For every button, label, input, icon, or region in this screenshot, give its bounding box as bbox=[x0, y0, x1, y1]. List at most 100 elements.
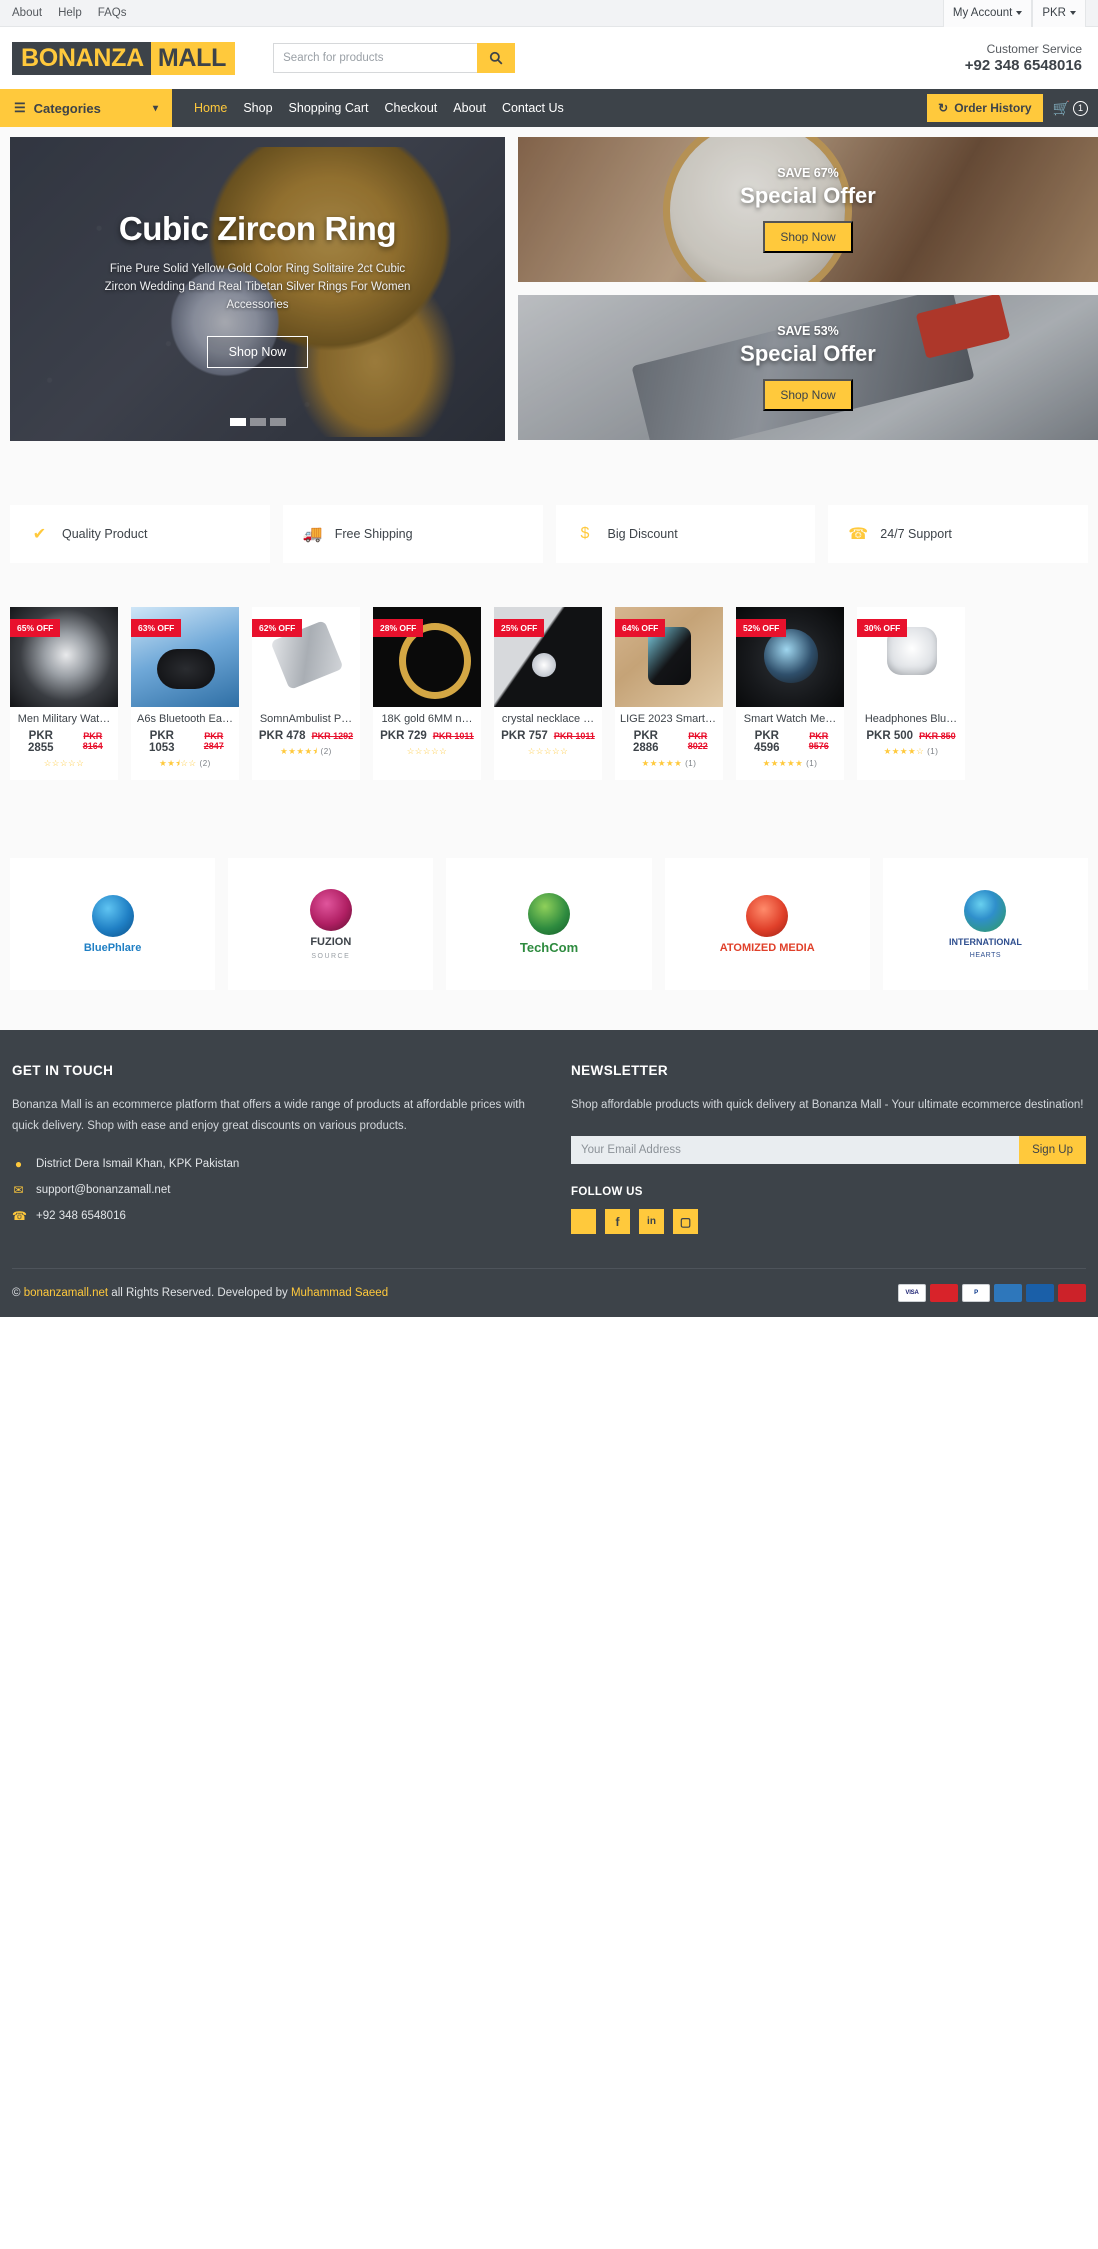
facebook-icon[interactable]: f bbox=[605, 1209, 630, 1234]
nav-link-home[interactable]: Home bbox=[194, 101, 227, 115]
discount-badge: 64% OFF bbox=[615, 619, 665, 637]
top-link-about[interactable]: About bbox=[12, 7, 42, 19]
visa-icon: VISA bbox=[898, 1284, 926, 1302]
nav-link-contact-us[interactable]: Contact Us bbox=[502, 101, 564, 115]
brand-name: INTERNATIONAL bbox=[949, 937, 1022, 947]
brand-logo-item[interactable]: BluePhlare bbox=[10, 858, 215, 990]
product-card[interactable]: 28% OFF 18K gold 6MM n… PKR 729 PKR 1011… bbox=[373, 607, 481, 780]
discount-badge: 28% OFF bbox=[373, 619, 423, 637]
product-price: PKR 2886 bbox=[620, 730, 672, 754]
nav-link-shopping-cart[interactable]: Shopping Cart bbox=[289, 101, 369, 115]
product-old-price: PKR 9576 bbox=[799, 731, 839, 751]
product-grid: 65% OFF Men Military Wat… PKR 2855 PKR 8… bbox=[10, 607, 1088, 780]
product-card[interactable]: 52% OFF Smart Watch Me… PKR 4596 PKR 957… bbox=[736, 607, 844, 780]
instagram-icon[interactable]: ▢ bbox=[673, 1209, 698, 1234]
product-name[interactable]: Headphones Blu… bbox=[862, 713, 960, 725]
footer-phone-row[interactable]: ☎ +92 348 6548016 bbox=[12, 1209, 527, 1223]
brand-name: TechCom bbox=[520, 940, 578, 955]
promo-shop-now-button[interactable]: Shop Now bbox=[763, 379, 852, 411]
twitter-icon[interactable]: 𝉹 bbox=[571, 1209, 596, 1234]
visa-electron-icon bbox=[1026, 1284, 1054, 1302]
carousel-dot-2[interactable] bbox=[250, 418, 266, 426]
promo-banner-usb[interactable]: SAVE 53% Special Offer Shop Now bbox=[518, 295, 1098, 440]
brand-subtitle: HEARTS bbox=[970, 952, 1001, 959]
product-card[interactable]: 25% OFF crystal necklace … PKR 757 PKR 1… bbox=[494, 607, 602, 780]
location-pin-icon: ● bbox=[12, 1157, 25, 1171]
brand-logo-item[interactable]: FUZION SOURCE bbox=[228, 858, 433, 990]
product-name[interactable]: 18K gold 6MM n… bbox=[378, 713, 476, 725]
hero-carousel[interactable]: Cubic Zircon Ring Fine Pure Solid Yellow… bbox=[10, 137, 505, 441]
currency-dropdown[interactable]: PKR bbox=[1032, 0, 1086, 27]
features-bar: ✔ Quality Product 🚚 Free Shipping $ Big … bbox=[0, 441, 1098, 563]
top-link-faqs[interactable]: FAQs bbox=[98, 7, 127, 19]
product-name[interactable]: crystal necklace … bbox=[499, 713, 597, 725]
nav-link-shop[interactable]: Shop bbox=[243, 101, 272, 115]
product-price: PKR 729 bbox=[380, 730, 427, 742]
carousel-dot-3[interactable] bbox=[270, 418, 286, 426]
search-bar bbox=[273, 43, 515, 73]
product-image: 63% OFF bbox=[131, 607, 239, 707]
newsletter-signup-button[interactable]: Sign Up bbox=[1019, 1136, 1086, 1164]
product-price: PKR 757 bbox=[501, 730, 548, 742]
promo-banner-watch-content: SAVE 67% Special Offer Shop Now bbox=[518, 137, 1098, 282]
site-header: BONANZA MALL Customer Service +92 348 65… bbox=[0, 27, 1098, 89]
product-old-price: PKR 2847 bbox=[194, 731, 234, 751]
product-card[interactable]: 30% OFF Headphones Blu… PKR 500 PKR 850 … bbox=[857, 607, 965, 780]
product-body: SomnAmbulist P… PKR 478 PKR 1292 ★★★★⯨ (… bbox=[252, 707, 360, 768]
footer-email-row[interactable]: ✉ support@bonanzamall.net bbox=[12, 1183, 527, 1197]
nav-link-checkout[interactable]: Checkout bbox=[384, 101, 437, 115]
promo-banner-watch[interactable]: SAVE 67% Special Offer Shop Now bbox=[518, 137, 1098, 282]
promo-title: Special Offer bbox=[740, 341, 876, 367]
customer-service-number[interactable]: +92 348 6548016 bbox=[965, 57, 1082, 74]
product-name[interactable]: SomnAmbulist P… bbox=[257, 713, 355, 725]
product-name[interactable]: Men Military Wat… bbox=[15, 713, 113, 725]
product-card[interactable]: 62% OFF SomnAmbulist P… PKR 478 PKR 1292… bbox=[252, 607, 360, 780]
my-account-dropdown[interactable]: My Account bbox=[943, 0, 1032, 27]
brand-logo-item[interactable]: INTERNATIONAL HEARTS bbox=[883, 858, 1088, 990]
feature-label: 24/7 Support bbox=[880, 527, 952, 541]
search-button[interactable] bbox=[477, 43, 515, 73]
top-link-help[interactable]: Help bbox=[58, 7, 82, 19]
customer-service-block: Customer Service +92 348 6548016 bbox=[965, 42, 1086, 74]
chevron-down-icon bbox=[1070, 11, 1076, 15]
atomized-media-logo-icon bbox=[746, 895, 788, 937]
cart-button[interactable]: 🛒 1 bbox=[1053, 100, 1088, 117]
promo-save-text: SAVE 67% bbox=[777, 166, 839, 180]
product-name[interactable]: Smart Watch Me… bbox=[741, 713, 839, 725]
bluephlare-logo-icon bbox=[92, 895, 134, 937]
categories-dropdown[interactable]: ☰ Categories ▾ bbox=[0, 89, 172, 127]
developer-link[interactable]: Muhammad Saeed bbox=[291, 1287, 388, 1299]
nav-link-about[interactable]: About bbox=[453, 101, 486, 115]
product-body: Smart Watch Me… PKR 4596 PKR 9576 ★★★★★ … bbox=[736, 707, 844, 777]
promo-banner-usb-content: SAVE 53% Special Offer Shop Now bbox=[518, 295, 1098, 440]
discount-badge: 52% OFF bbox=[736, 619, 786, 637]
price-row: PKR 729 PKR 1011 bbox=[378, 730, 476, 742]
promo-title: Special Offer bbox=[740, 183, 876, 209]
product-rating: ★★★★★ (1) bbox=[620, 758, 718, 769]
price-row: PKR 757 PKR 1011 bbox=[499, 730, 597, 742]
brand-logo-item[interactable]: ATOMIZED MEDIA bbox=[665, 858, 870, 990]
newsletter-email-input[interactable] bbox=[571, 1136, 1019, 1164]
product-name[interactable]: LIGE 2023 Smart … bbox=[620, 713, 718, 725]
feature-free-shipping: 🚚 Free Shipping bbox=[283, 505, 543, 563]
footer-heading: NEWSLETTER bbox=[571, 1063, 1086, 1078]
product-card[interactable]: 64% OFF LIGE 2023 Smart … PKR 2886 PKR 8… bbox=[615, 607, 723, 780]
logo-part-bonanza: BONANZA bbox=[12, 42, 151, 75]
brand-name: FUZION bbox=[310, 936, 351, 948]
techcom-logo-icon bbox=[528, 893, 570, 935]
cart-icon: 🛒 bbox=[1053, 100, 1070, 117]
order-history-button[interactable]: ↻ Order History bbox=[927, 94, 1042, 122]
search-input[interactable] bbox=[273, 43, 477, 73]
hero-shop-now-button[interactable]: Shop Now bbox=[207, 336, 309, 368]
site-logo[interactable]: BONANZA MALL bbox=[12, 42, 235, 75]
brand-logo-item[interactable]: TechCom bbox=[446, 858, 651, 990]
product-card[interactable]: 65% OFF Men Military Wat… PKR 2855 PKR 8… bbox=[10, 607, 118, 780]
carousel-dot-1[interactable] bbox=[230, 418, 246, 426]
copyright-site-link[interactable]: bonanzamall.net bbox=[24, 1287, 108, 1299]
footer-columns: GET IN TOUCH Bonanza Mall is an ecommerc… bbox=[12, 1063, 1086, 1234]
linkedin-icon[interactable]: in bbox=[639, 1209, 664, 1234]
product-card[interactable]: 63% OFF A6s Bluetooth Ea… PKR 1053 PKR 2… bbox=[131, 607, 239, 780]
promo-shop-now-button[interactable]: Shop Now bbox=[763, 221, 852, 253]
footer-get-in-touch: GET IN TOUCH Bonanza Mall is an ecommerc… bbox=[12, 1063, 527, 1234]
product-name[interactable]: A6s Bluetooth Ea… bbox=[136, 713, 234, 725]
